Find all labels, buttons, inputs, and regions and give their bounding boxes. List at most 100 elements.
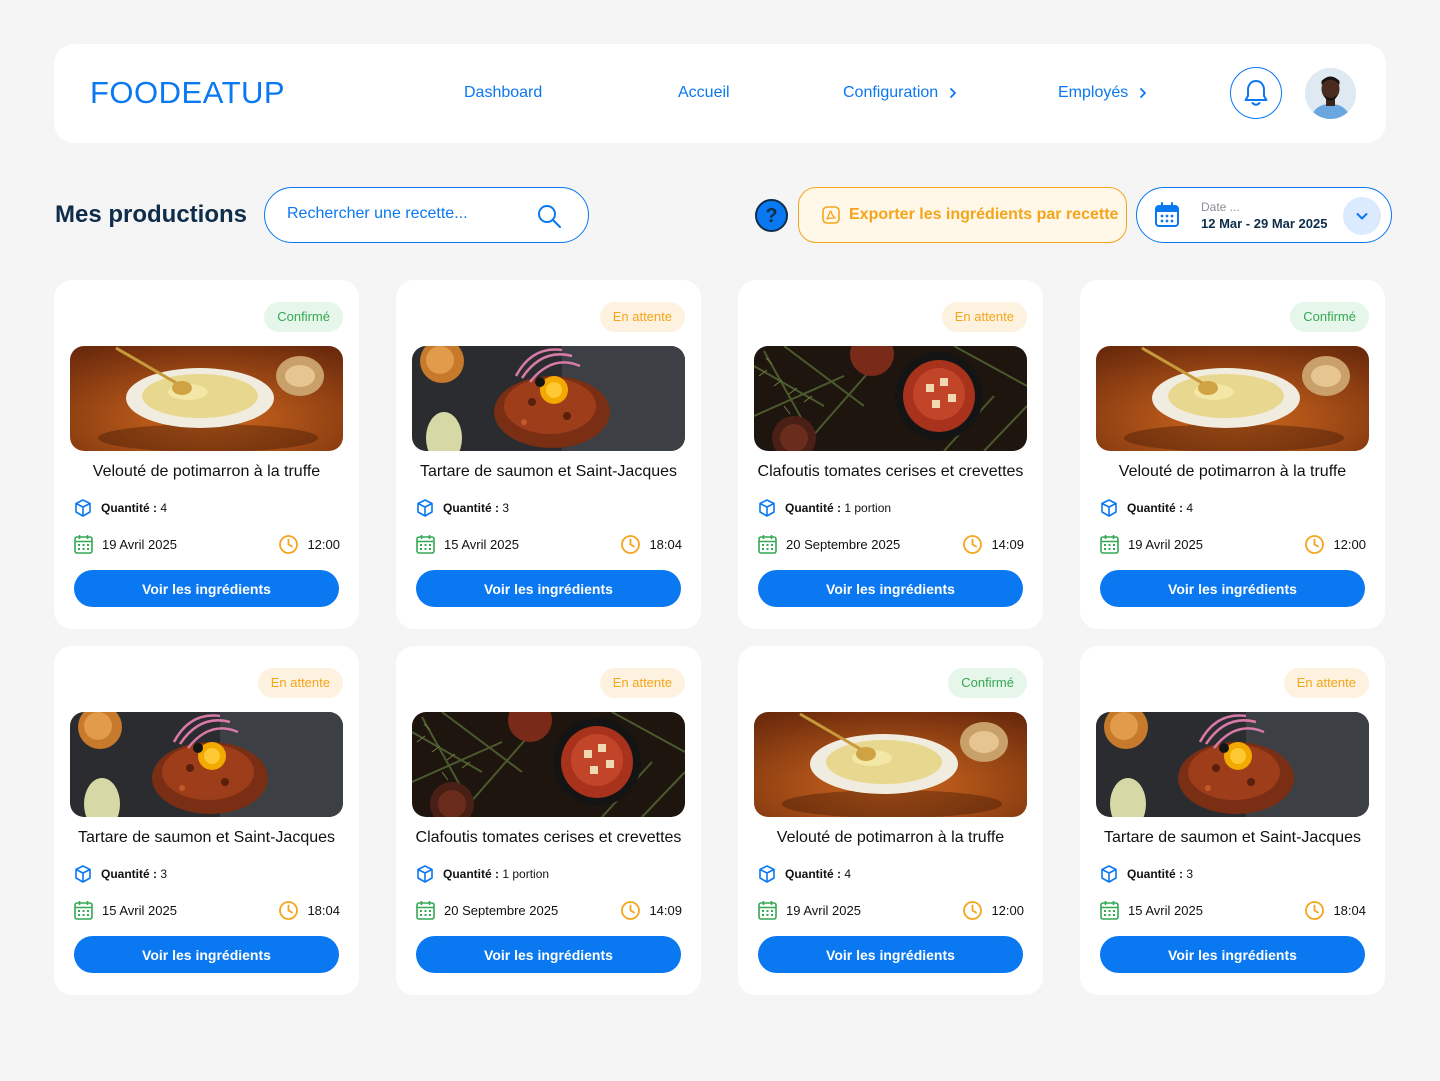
nav-configuration[interactable]: Configuration <box>843 82 960 104</box>
calendar-icon <box>1100 901 1119 920</box>
recipe-photo[interactable] <box>754 346 1027 451</box>
status-badge: Confirmé <box>948 668 1027 698</box>
clock-icon <box>963 535 983 554</box>
view-ingredients-button[interactable]: Voir les ingrédients <box>74 570 339 607</box>
date-dropdown-button[interactable] <box>1343 197 1381 235</box>
recipe-photo[interactable] <box>412 712 685 817</box>
bell-icon <box>1244 80 1268 106</box>
time-row: 18:04 <box>278 900 340 921</box>
production-date: 19 Avril 2025 <box>1128 537 1203 552</box>
view-ingredients-button[interactable]: Voir les ingrédients <box>758 936 1023 973</box>
production-time: 14:09 <box>649 903 682 918</box>
production-date: 19 Avril 2025 <box>786 903 861 918</box>
calendar-icon <box>1100 535 1119 554</box>
recipe-search[interactable] <box>264 187 589 243</box>
box-icon <box>75 499 91 517</box>
recipe-photo[interactable] <box>70 346 343 451</box>
view-ingredients-button[interactable]: Voir les ingrédients <box>416 936 681 973</box>
search-icon[interactable] <box>535 202 563 230</box>
calendar-icon <box>758 535 777 554</box>
view-ingredients-button[interactable]: Voir les ingrédients <box>1100 570 1365 607</box>
time-row: 12:00 <box>1304 534 1366 555</box>
nav-label: Configuration <box>843 84 939 101</box>
nav-dashboard[interactable]: Dashboard <box>464 82 542 104</box>
user-avatar[interactable] <box>1305 68 1356 119</box>
quantity-label: Quantité : <box>101 501 157 515</box>
tartare-photo <box>1096 712 1369 817</box>
view-ingredients-button[interactable]: Voir les ingrédients <box>416 570 681 607</box>
recipe-title: Velouté de potimarron à la truffe <box>1118 463 1347 480</box>
recipe-title: Tartare de saumon et Saint-Jacques <box>1103 829 1362 846</box>
clafoutis-photo <box>754 346 1027 451</box>
date-row: 19 Avril 2025 <box>1099 534 1203 555</box>
recipe-photo[interactable] <box>754 712 1027 817</box>
tartare-photo <box>70 712 343 817</box>
production-card: En attente Clafoutis tomates cerises et … <box>738 280 1043 629</box>
veloute-photo <box>70 346 343 451</box>
view-ingredients-button[interactable]: Voir les ingrédients <box>758 570 1023 607</box>
quantity-label: Quantité : <box>1127 867 1183 881</box>
quantity-value: 3 <box>1186 867 1194 881</box>
quantity-row: Quantité : 3 <box>415 498 509 518</box>
production-card: En attente Clafoutis tomates cerises et … <box>396 646 701 995</box>
chevron-right-icon <box>1140 88 1147 98</box>
help-button[interactable]: ? <box>755 199 788 232</box>
clock-icon <box>1305 901 1325 920</box>
production-card: En attente Tartare de saumon et Saint-Ja… <box>1080 646 1385 995</box>
status-badge: En attente <box>599 668 685 698</box>
help-icon: ? <box>765 204 778 227</box>
recipe-photo[interactable] <box>1096 712 1369 817</box>
quantity-value: 1 portion <box>502 867 550 881</box>
production-time: 18:04 <box>649 537 682 552</box>
export-ingredients-button[interactable]: Exporter les ingrédients par recette <box>798 187 1127 243</box>
brand-logo[interactable]: FOODEATUP <box>90 76 285 110</box>
quantity-row: Quantité : 3 <box>73 864 167 884</box>
box-icon <box>759 865 775 883</box>
recipe-photo[interactable] <box>1096 346 1369 451</box>
nav-accueil[interactable]: Accueil <box>678 82 730 104</box>
recipe-title: Velouté de potimarron à la truffe <box>92 463 321 480</box>
box-icon <box>759 499 775 517</box>
time-row: 14:09 <box>620 900 682 921</box>
nav-employes[interactable]: Employés <box>1058 82 1150 104</box>
date-range-picker[interactable]: Date ... 12 Mar - 29 Mar 2025 <box>1136 187 1392 243</box>
production-time: 12:00 <box>307 537 340 552</box>
production-time: 18:04 <box>307 903 340 918</box>
quantity-row: Quantité : 4 <box>757 864 851 884</box>
date-row: 15 Avril 2025 <box>73 900 177 921</box>
production-date: 15 Avril 2025 <box>102 903 177 918</box>
date-row: 19 Avril 2025 <box>757 900 861 921</box>
box-icon <box>1101 499 1117 517</box>
date-range-value: 12 Mar - 29 Mar 2025 <box>1201 216 1328 231</box>
view-ingredients-button[interactable]: Voir les ingrédients <box>1100 936 1365 973</box>
recipe-photo[interactable] <box>70 712 343 817</box>
quantity-value: 1 portion <box>844 501 892 515</box>
quantity-label: Quantité : <box>785 501 841 515</box>
calendar-icon <box>758 901 777 920</box>
notifications-button[interactable] <box>1230 67 1282 119</box>
box-icon <box>417 499 433 517</box>
production-date: 15 Avril 2025 <box>1128 903 1203 918</box>
production-date: 20 Septembre 2025 <box>786 537 901 552</box>
clock-icon <box>279 535 299 554</box>
clock-icon <box>279 901 299 920</box>
time-row: 18:04 <box>1304 900 1366 921</box>
nav-label: Accueil <box>678 84 730 101</box>
status-badge: Confirmé <box>264 302 343 332</box>
date-label: Date ... <box>1201 200 1240 214</box>
production-time: 18:04 <box>1333 903 1366 918</box>
view-ingredients-button[interactable]: Voir les ingrédients <box>74 936 339 973</box>
avatar-portrait <box>1305 68 1356 119</box>
time-row: 18:04 <box>620 534 682 555</box>
calendar-icon <box>1155 202 1179 227</box>
recipe-photo[interactable] <box>412 346 685 451</box>
production-time: 12:00 <box>1333 537 1366 552</box>
quantity-row: Quantité : 1 portion <box>415 864 549 884</box>
production-time: 12:00 <box>991 903 1024 918</box>
recipe-title: Velouté de potimarron à la truffe <box>776 829 1005 846</box>
clock-icon <box>963 901 983 920</box>
quantity-value: 3 <box>502 501 510 515</box>
search-input[interactable] <box>287 205 527 223</box>
box-icon <box>75 865 91 883</box>
quantity-value: 4 <box>1186 501 1194 515</box>
